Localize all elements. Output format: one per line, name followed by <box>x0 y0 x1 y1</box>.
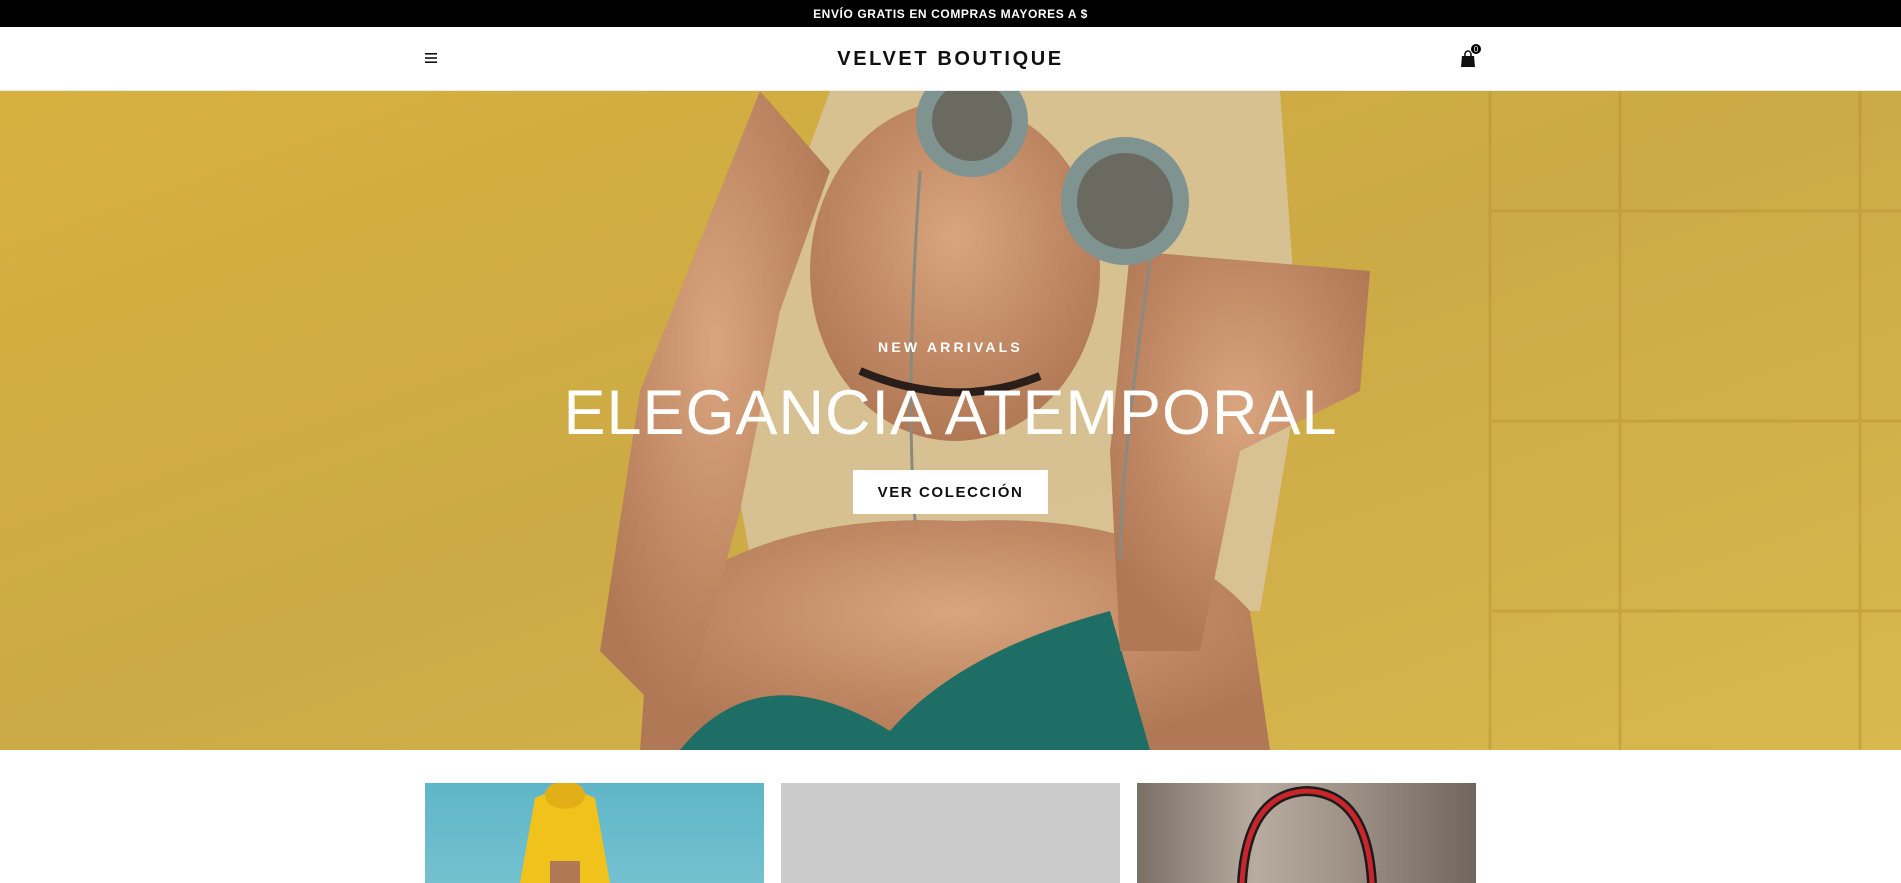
hero-banner: NEW ARRIVALS ELEGANCIA ATEMPORAL VER COL… <box>0 91 1901 750</box>
logo-container: VELVET BOUTIQUE <box>0 27 1901 91</box>
site-logo[interactable]: VELVET BOUTIQUE <box>837 48 1063 71</box>
collection-card[interactable] <box>781 783 1120 883</box>
announcement-bar: ENVÍO GRATIS EN COMPRAS MAYORES A $ <box>0 0 1901 27</box>
menu-button[interactable] <box>420 47 442 69</box>
site-header: VELVET BOUTIQUE 0 <box>0 27 1901 91</box>
cart-button[interactable]: 0 <box>1456 43 1484 71</box>
hero-eyebrow: NEW ARRIVALS <box>878 339 1023 355</box>
collection-grid <box>0 750 1901 883</box>
hamburger-menu-icon <box>425 53 437 63</box>
placeholder-image <box>781 783 1120 883</box>
model-yellow-hoodie-photo <box>520 783 610 883</box>
collection-card[interactable] <box>1137 783 1476 883</box>
view-collection-button[interactable]: VER COLECCIÓN <box>853 470 1048 514</box>
cart-count-badge: 0 <box>1470 43 1482 55</box>
announcement-text: ENVÍO GRATIS EN COMPRAS MAYORES A $ <box>813 6 1088 21</box>
hero-title: ELEGANCIA ATEMPORAL <box>563 378 1338 448</box>
red-handbag-photo <box>1237 785 1377 883</box>
collection-card[interactable] <box>425 783 764 883</box>
